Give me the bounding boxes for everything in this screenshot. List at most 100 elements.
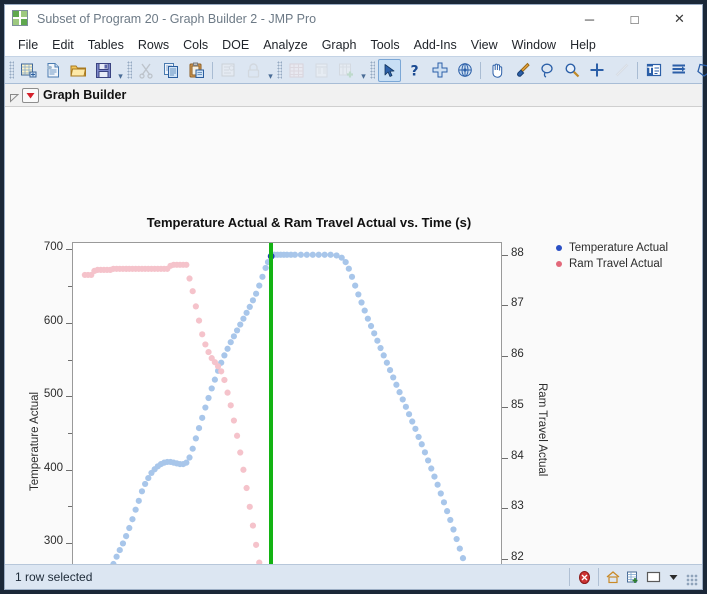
annotate-tool-icon[interactable]: T [642,59,665,82]
legend-marker-icon [556,245,562,251]
window-list-button[interactable] [644,568,662,586]
status-message: 1 row selected [15,570,93,584]
y-axis-right-tick-label: 88 [511,246,524,259]
axis-tick [66,469,72,471]
toolbar-grip[interactable] [127,61,132,79]
axis-tick [502,508,508,510]
window-list-arrow-icon[interactable] [664,568,682,586]
menu-help[interactable]: Help [563,35,603,55]
line-tool-icon [610,59,633,82]
data-table-button[interactable] [624,568,642,586]
status-bar: 1 row selected [5,564,702,589]
polygon-tool-icon[interactable] [692,59,707,82]
axis-tick [502,457,508,459]
brush-tool-icon[interactable] [510,59,533,82]
paste-icon[interactable] [185,59,208,82]
open-icon[interactable] [67,59,90,82]
y-axis-left-tick-label: 600 [43,314,63,327]
menu-addins[interactable]: Add-Ins [407,35,464,55]
data-table-icon [285,59,308,82]
reference-line[interactable] [269,243,274,564]
save-icon[interactable] [92,59,115,82]
magnifier-tool-icon[interactable] [560,59,583,82]
series-temperature-actual [110,251,467,564]
legend-marker-icon [556,261,562,267]
y-axis-right-tick-label: 87 [511,297,524,310]
menu-rows[interactable]: Rows [131,35,176,55]
scroller-tool-icon[interactable] [453,59,476,82]
data-points-layer [81,251,467,564]
crosshair-tool-icon[interactable] [585,59,608,82]
new-script-icon[interactable] [42,59,65,82]
menu-doe[interactable]: DOE [215,35,256,55]
axis-tick [66,322,72,324]
axis-tick [66,543,72,545]
arrow-tool-icon[interactable] [378,58,401,82]
new-column-icon [335,59,358,82]
close-button[interactable]: ✕ [657,6,702,33]
toolbar-overflow-icon[interactable]: ▾ [266,60,275,81]
axis-tick [502,305,508,307]
new-data-table-icon[interactable] [17,59,40,82]
menu-bar: File Edit Tables Rows Cols DOE Analyze Graph Too… [5,34,702,56]
axis-tick [502,356,508,358]
script-window-icon [217,59,240,82]
axis-tick [502,406,508,408]
toolbar-grip[interactable] [370,61,375,79]
series-ram-travel-actual [81,261,263,564]
maximize-button[interactable]: □ [612,6,657,33]
stop-button[interactable] [575,568,593,586]
legend-label: Ram Travel Actual [569,258,663,270]
y-axis-left-tick-label: 700 [43,241,63,254]
menu-window[interactable]: Window [505,35,563,55]
toolbar-separator [480,61,481,79]
hand-tool-icon[interactable] [485,59,508,82]
window-title: Subset of Program 20 - Graph Builder 2 -… [37,12,317,26]
menu-tables[interactable]: Tables [81,35,131,55]
svg-text:?: ? [410,63,418,78]
svg-text:T: T [647,66,653,76]
menu-edit[interactable]: Edit [45,35,81,55]
axis-tick [502,254,508,256]
outline-disclosure-icon[interactable] [9,90,20,103]
tool-bar: ▾▾▾?T▾ [5,56,707,84]
chart-legend: Temperature Actual Ram Travel Actual [556,240,668,272]
copy-icon[interactable] [160,59,183,82]
toolbar-separator [637,61,638,79]
axis-tick [68,286,72,288]
columns-icon [310,59,333,82]
toolbar-overflow-icon[interactable]: ▾ [359,60,368,81]
y-axis-right-title: Ram Travel Actual [536,383,548,477]
axis-tick [66,396,72,398]
home-window-button[interactable] [604,568,622,586]
menu-graph[interactable]: Graph [315,35,364,55]
menu-file[interactable]: File [11,35,45,55]
lasso-tool-icon[interactable] [535,59,558,82]
minimize-button[interactable]: ─ [567,6,612,33]
legend-item-ram-travel-actual[interactable]: Ram Travel Actual [556,256,668,272]
y-axis-left-tick-label: 500 [43,388,63,401]
toolbar-grip[interactable] [277,61,282,79]
axis-tick [66,249,72,251]
simple-shape-icon[interactable] [667,59,690,82]
toolbar-grip[interactable] [9,61,14,79]
axis-tick [68,506,72,508]
menu-cols[interactable]: Cols [176,35,215,55]
question-tool-icon[interactable]: ? [403,59,426,82]
y-axis-left-tick-label: 400 [43,461,63,474]
menu-view[interactable]: View [464,35,505,55]
red-triangle-menu-button[interactable] [22,87,39,103]
legend-label: Temperature Actual [569,242,669,254]
plot-frame[interactable] [72,242,502,564]
axis-tick [502,559,508,561]
toolbar-overflow-icon[interactable]: ▾ [116,60,125,81]
resize-grip[interactable] [686,574,698,586]
menu-tools[interactable]: Tools [363,35,406,55]
report-title: Graph Builder [43,88,127,102]
y-axis-right-tick-label: 85 [511,398,524,411]
toolbar-separator [212,61,213,79]
legend-item-temperature-actual[interactable]: Temperature Actual [556,240,668,256]
menu-analyze[interactable]: Analyze [256,35,314,55]
axis-tick [68,433,72,434]
selection-tool-icon[interactable] [428,59,451,82]
